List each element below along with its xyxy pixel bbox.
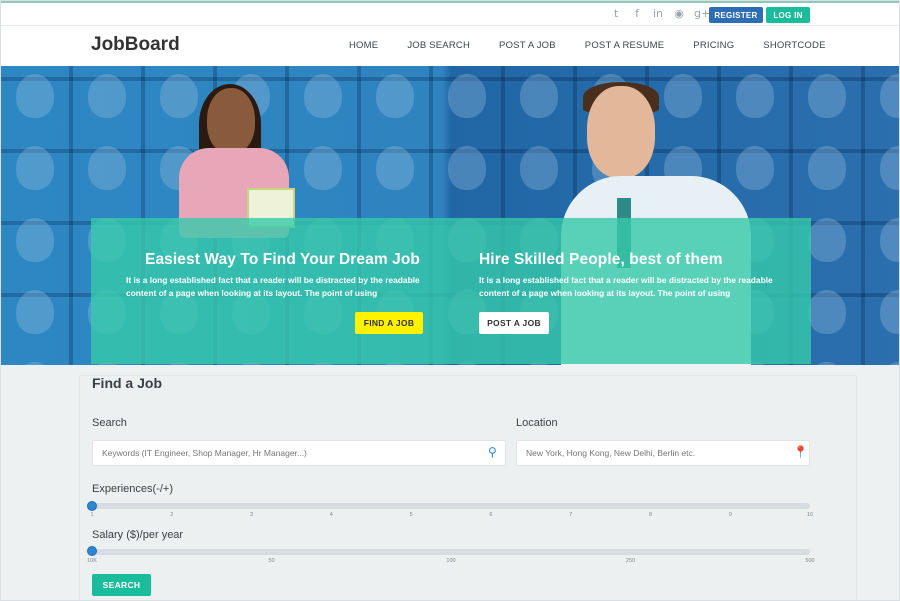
background-face-tile: [304, 146, 342, 190]
background-face-tile: [520, 146, 558, 190]
background-face-tile: [448, 74, 486, 118]
background-face-tile: [880, 218, 899, 262]
google-plus-icon[interactable]: g+: [694, 8, 710, 20]
search-button[interactable]: SEARCH: [92, 574, 151, 596]
slider-tick-label: 2: [170, 512, 174, 518]
background-face-tile: [376, 74, 414, 118]
background-face-tile: [808, 146, 846, 190]
background-face-tile: [808, 218, 846, 262]
hero-right-column: Hire Skilled People, best of them It is …: [451, 218, 811, 364]
salary-slider[interactable]: [92, 549, 810, 555]
rss-icon[interactable]: ◉: [673, 8, 685, 20]
location-pin-icon: 📍: [793, 445, 808, 459]
main-header: JobBoard HOME JOB SEARCH POST A JOB POST…: [1, 27, 899, 66]
background-face-tile: [304, 74, 342, 118]
experience-label: Experiences(-/+): [92, 483, 174, 495]
nav-post-a-resume[interactable]: POST A RESUME: [585, 40, 665, 51]
salary-label: Salary ($)/per year: [92, 529, 184, 541]
background-face-tile: [880, 74, 899, 118]
search-input[interactable]: [92, 440, 506, 466]
find-a-job-heading: Find a Job: [92, 375, 162, 391]
nav-shortcode[interactable]: SHORTCODE: [763, 40, 825, 51]
background-face-tile: [520, 74, 558, 118]
slider-tick-label: 1: [90, 512, 94, 518]
facebook-icon[interactable]: f: [631, 8, 643, 20]
background-face-tile: [16, 218, 54, 262]
background-face-tile: [16, 146, 54, 190]
location-input[interactable]: [516, 440, 810, 466]
nav-home[interactable]: HOME: [349, 40, 378, 51]
slider-tick-label: 10: [806, 512, 814, 518]
hero-banner: Easiest Way To Find Your Dream Job It is…: [1, 66, 899, 365]
social-links: t f in ◉ g+: [610, 8, 710, 20]
nav-job-search[interactable]: JOB SEARCH: [407, 40, 470, 51]
linkedin-icon[interactable]: in: [652, 8, 664, 20]
slider-tick-label: 100: [446, 558, 456, 564]
background-face-tile: [448, 146, 486, 190]
slider-tick-label: 10K: [87, 558, 97, 564]
salary-slider-handle[interactable]: [87, 546, 97, 556]
location-label: Location: [516, 417, 558, 429]
experience-ticks: 1 2 3 4 5 6 7 8 9 10: [90, 512, 814, 524]
hero-left-column: Easiest Way To Find Your Dream Job It is…: [91, 218, 451, 364]
job-search-section: Find a Job Search ⚲ Location 📍 Experienc…: [1, 365, 899, 600]
background-face-tile: [808, 290, 846, 334]
post-a-job-button[interactable]: POST A JOB: [479, 312, 549, 334]
slider-tick-label: 5: [409, 512, 413, 518]
slider-tick-label: 6: [489, 512, 493, 518]
find-a-job-button[interactable]: FIND A JOB: [355, 312, 423, 334]
search-label: Search: [92, 417, 127, 429]
background-face-tile: [880, 146, 899, 190]
nav-post-a-job[interactable]: POST A JOB: [499, 40, 556, 51]
slider-tick-label: 3: [250, 512, 254, 518]
nav-pricing[interactable]: PRICING: [693, 40, 734, 51]
login-button[interactable]: LOG IN: [766, 7, 810, 23]
register-button[interactable]: REGISTER: [709, 7, 763, 23]
background-face-tile: [16, 290, 54, 334]
logo[interactable]: JobBoard: [91, 34, 180, 56]
slider-tick-label: 7: [569, 512, 573, 518]
background-face-tile: [808, 74, 846, 118]
background-face-tile: [880, 290, 899, 334]
background-face-tile: [88, 146, 126, 190]
search-icon[interactable]: ⚲: [488, 445, 497, 459]
background-face-tile: [376, 146, 414, 190]
background-face-tile: [16, 74, 54, 118]
top-accent-line: [1, 1, 899, 3]
top-bar: t f in ◉ g+ REGISTER LOG IN: [1, 4, 899, 26]
hero-right-text: It is a long established fact that a rea…: [479, 275, 773, 298]
slider-tick-label: 500: [805, 558, 815, 564]
hero-panel: Easiest Way To Find Your Dream Job It is…: [91, 218, 811, 364]
twitter-icon[interactable]: t: [610, 8, 622, 20]
experience-slider[interactable]: [92, 503, 810, 509]
slider-tick-label: 4: [329, 512, 333, 518]
background-face-tile: [88, 74, 126, 118]
slider-tick-label: 9: [728, 512, 732, 518]
slider-tick-label: 8: [648, 512, 652, 518]
page: t f in ◉ g+ REGISTER LOG IN JobBoard HOM…: [0, 0, 900, 601]
salary-ticks: 10K 50 100 250 500: [87, 558, 814, 570]
hero-left-text: It is a long established fact that a rea…: [126, 275, 420, 298]
slider-tick-label: 250: [625, 558, 636, 564]
hero-right-title: Hire Skilled People, best of them: [479, 251, 723, 268]
main-nav: HOME JOB SEARCH POST A JOB POST A RESUME…: [349, 40, 855, 51]
slider-tick-label: 50: [268, 558, 275, 564]
hero-left-title: Easiest Way To Find Your Dream Job: [145, 251, 420, 268]
experience-slider-handle[interactable]: [87, 501, 97, 511]
